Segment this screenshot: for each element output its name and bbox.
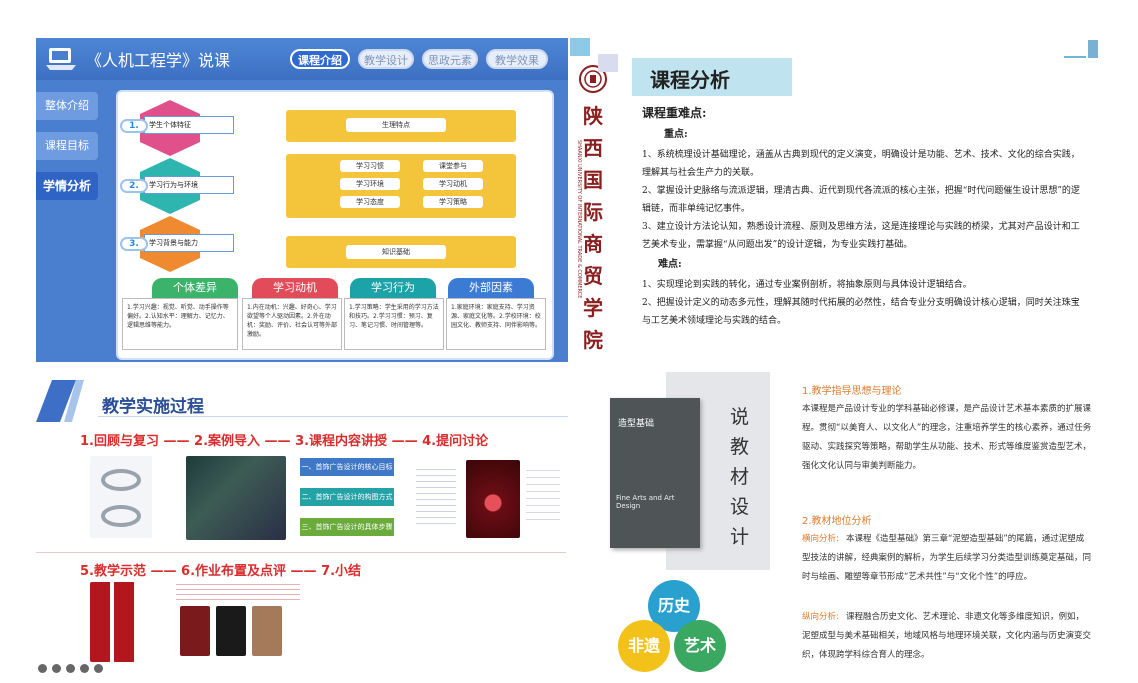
decor-square [598, 54, 618, 72]
assignment-notes [176, 580, 300, 602]
key-points-label: 重点: [664, 129, 688, 140]
teaching-process-panel: 教学实施过程 1.回顾与复习 —— 2.案例导入 —— 3.课程内容讲授 —— … [36, 372, 568, 677]
key-point-1: 1、系统梳理设计基础理论，涵盖从古典到现代的定义演变，明确设计是功能、艺术、技术… [642, 150, 1080, 178]
vertical-title-char: 教 [730, 436, 750, 458]
category-external: 外部因素 [448, 278, 534, 298]
difficult-point-1: 1、实现理论到实践的转化，通过专业案例剖析，将抽象原则与具体设计逻辑结合。 [642, 280, 972, 290]
horizontal-text: 本课程《造型基础》第三章“泥塑造型基础”的尾篇，通过泥塑成型技法的讲解，经典案例… [802, 534, 1092, 582]
decor-square [570, 38, 590, 56]
slide-title: 《人机工程学》说课 [86, 51, 231, 70]
book-title: 造型基础 [618, 419, 655, 429]
tag-study-attitude: 学习态度 [340, 196, 400, 208]
steps-row-2: 5.教学示范 —— 6.作业布置及点评 —— 7.小结 [80, 564, 362, 579]
course-analysis-panel: 课程分析 课程重难点: 重点: 1、系统梳理设计基础理论，涵盖从古典到现代的定义… [628, 58, 1098, 348]
steps-row-1: 1.回顾与复习 —— 2.案例导入 —— 3.课程内容讲授 —— 4.提问讨论 [80, 434, 489, 449]
row1-number: 1. [120, 119, 148, 133]
pen-icon[interactable] [66, 663, 75, 673]
section-1-text: 本课程是产品设计专业的学科基础必修课，是产品设计艺术基本素质的扩展课程。贯彻“以… [802, 404, 1092, 471]
seal-char-4: 际 [583, 200, 603, 224]
collage: 《人机工程学》说课 课程介绍 教学设计 思政元素 教学效果 整体介绍 课程目标 … [0, 0, 1138, 683]
key-point-3: 3、建立设计方法论认知，熟悉设计流程、原则及思维方法，这是连接理论与实践的桥梁，… [642, 222, 1080, 250]
physiology-label: 生理特点 [346, 118, 446, 132]
textbook-panel: 造型基础 Fine Arts and Art Design 说 教 材 设 计 … [606, 372, 1101, 677]
discussion-notes [416, 464, 456, 524]
case-posters-image [186, 456, 286, 540]
divider [98, 416, 568, 417]
lesson-steps-button[interactable]: 三、首饰广告设计的具体步骤 [300, 518, 394, 536]
row3-number: 3. [120, 237, 148, 251]
university-name-banner: SHAANXI UNIVERSITY OF INTERNATIONAL TRAD… [568, 60, 618, 362]
category-external-text: 1.家庭环境：家庭支持、学习资源、家庭文化等。2.学校环境：校园文化、教师支持、… [446, 298, 546, 350]
seal-char-5: 商 [583, 232, 603, 256]
section-1-heading: 1.教学指导思想与理论 [802, 386, 902, 397]
art-circle: 艺术 [674, 620, 726, 672]
difficult-points-label: 难点: [658, 259, 682, 270]
jewelry-ad-image [466, 460, 520, 538]
tag-study-habit: 学习习惯 [340, 160, 400, 172]
summary-flowchart [330, 598, 530, 638]
category-behavior: 学习行为 [350, 278, 436, 298]
key-difficult-subtitle: 课程重难点: [642, 106, 707, 120]
teaching-process-title: 教学实施过程 [102, 397, 204, 417]
vertical-title: 说 教 材 设 计 [730, 402, 754, 552]
vertical-title-char: 计 [730, 526, 750, 548]
side-tab-overview[interactable]: 整体介绍 [36, 92, 98, 120]
difficult-point-2: 2、把握设计定义的动态多元性，理解其随时代拓展的必然性，结合专业分支明确设计核心… [642, 298, 1080, 326]
key-point-2: 2、掌握设计史脉络与流派逻辑，理清古典、近代到现代各流派的核心主张，把握“时代问… [642, 186, 1080, 214]
row2-number: 2. [120, 179, 148, 193]
learner-analysis-diagram: 生理特点 学生个体特征 1. 学习习惯 学习环境 学习态度 课堂参与 学习动机 … [116, 90, 554, 360]
next-icon[interactable] [52, 663, 61, 673]
heritage-circle: 非遗 [618, 620, 670, 672]
tab-ideology[interactable]: 思政元素 [422, 49, 478, 69]
category-individual: 个体差异 [152, 278, 238, 298]
category-behavior-text: 1.学习策略：学生采用的学习方法和技巧。2.学习习惯：预习、复习、笔记习惯、时间… [344, 298, 444, 350]
lecture-slide-panel: 《人机工程学》说课 课程介绍 教学设计 思政元素 教学效果 整体介绍 课程目标 … [36, 38, 568, 362]
side-tab-goals[interactable]: 课程目标 [36, 132, 98, 160]
category-motivation-text: 1.内在动机：兴趣、好奇心、学习欲望等个人驱动因素。2.外在动机：奖励、评价、社… [242, 298, 342, 350]
section-2-heading: 2.教材地位分析 [802, 516, 872, 527]
seal-char-7: 学 [583, 296, 603, 320]
lesson-goal-button[interactable]: 一、首饰广告设计的核心目标 [300, 458, 394, 476]
player-controls [38, 662, 104, 674]
category-motivation: 学习动机 [252, 278, 338, 298]
vertical-title-char: 说 [730, 406, 750, 428]
row2-label: 学习行为与环境 [144, 176, 234, 194]
lesson-composition-button[interactable]: 二、首饰广告设计的构图方式 [300, 488, 394, 506]
vertical-text: 课程融合历史文化、艺术理论、非遗文化等多维度知识，例如，泥塑成型与美术基础相关，… [802, 612, 1092, 660]
tag-motivation: 学习动机 [423, 178, 483, 190]
assignment-image-3 [252, 606, 282, 656]
tag-study-env: 学习环境 [340, 178, 400, 190]
book-subtitle: Fine Arts and Art Design [616, 494, 675, 510]
textbook-cover: 造型基础 Fine Arts and Art Design [610, 398, 700, 548]
row1-label: 学生个体特征 [144, 116, 234, 134]
discussion-notes-right [526, 464, 560, 524]
ring-image [90, 456, 152, 538]
seal-char-6: 贸 [583, 264, 603, 288]
seal-char-8: 院 [583, 328, 603, 352]
demo-images [90, 582, 136, 662]
assignment-image-2 [216, 606, 246, 656]
side-tab-learner-analysis[interactable]: 学情分析 [36, 172, 98, 200]
course-analysis-title: 课程分析 [650, 68, 730, 92]
row3-label: 学习背景与能力 [144, 234, 234, 252]
seal-char-1: 陕 [583, 104, 603, 128]
seal-char-2: 西 [583, 136, 603, 160]
zoom-icon[interactable] [80, 663, 89, 673]
prev-icon[interactable] [38, 663, 47, 673]
tag-strategy: 学习策略 [423, 196, 483, 208]
tag-participation: 课堂参与 [423, 160, 483, 172]
knowledge-label: 知识基础 [346, 245, 446, 259]
ring-illustration [101, 469, 141, 527]
tab-course-intro[interactable]: 课程介绍 [290, 49, 350, 69]
tab-teaching-design[interactable]: 教学设计 [358, 49, 414, 69]
laptop-icon [46, 48, 76, 70]
tab-teaching-effect[interactable]: 教学效果 [486, 49, 548, 69]
vertical-title-char: 材 [730, 466, 750, 488]
menu-icon[interactable] [94, 663, 103, 673]
seal-char-3: 国 [583, 168, 603, 192]
vertical-title-char: 设 [730, 496, 750, 518]
category-individual-text: 1.学习兴趣：视觉、听觉、动手操作等偏好。2.认知水平：理解力、记忆力、逻辑思维… [122, 298, 238, 350]
divider [36, 552, 566, 553]
assignment-image-1 [180, 606, 210, 656]
